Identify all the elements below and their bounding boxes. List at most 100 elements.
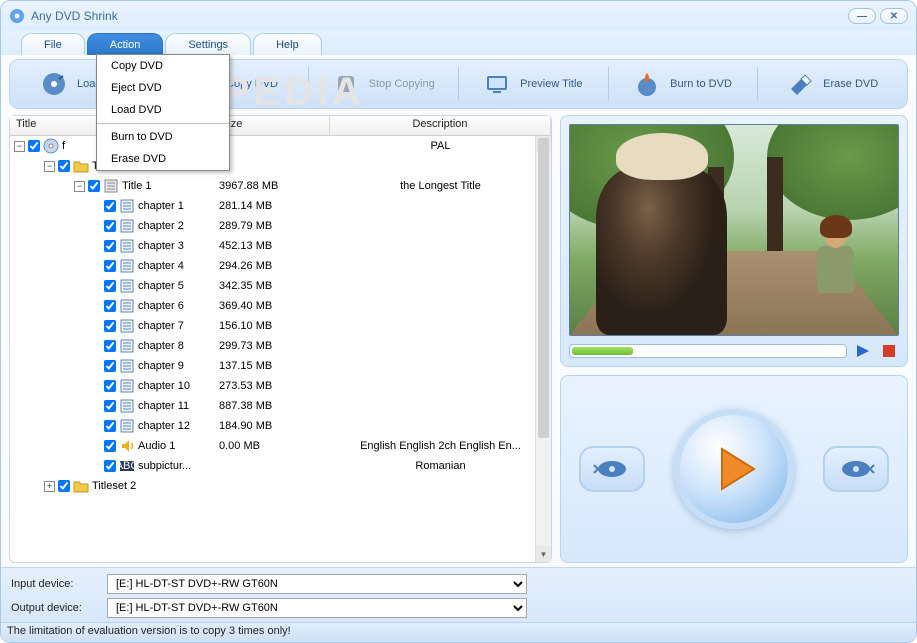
table-row[interactable]: chapter 4294.26 MB bbox=[10, 256, 551, 276]
row-size: 184.90 MB bbox=[215, 420, 330, 432]
row-checkbox[interactable] bbox=[104, 240, 116, 252]
menu-copy-dvd[interactable]: Copy DVD bbox=[97, 55, 229, 77]
chapter-icon bbox=[119, 378, 135, 394]
minimize-button[interactable]: — bbox=[848, 8, 876, 24]
row-label: chapter 10 bbox=[138, 380, 190, 392]
table-row[interactable]: +Titleset 2 bbox=[10, 476, 551, 496]
toolbar-erase-dvd[interactable]: Erase DVD bbox=[764, 65, 901, 103]
table-row[interactable]: −Titleset 1 bbox=[10, 156, 551, 176]
row-size: 289.79 MB bbox=[215, 220, 330, 232]
row-checkbox[interactable] bbox=[104, 280, 116, 292]
window-title: Any DVD Shrink bbox=[31, 9, 118, 23]
table-row[interactable]: chapter 9137.15 MB bbox=[10, 356, 551, 376]
chapter-icon bbox=[119, 238, 135, 254]
row-checkbox[interactable] bbox=[104, 420, 116, 432]
table-row[interactable]: chapter 11 887.38 MB bbox=[10, 396, 551, 416]
tree-toggle[interactable]: − bbox=[44, 161, 55, 172]
row-checkbox[interactable] bbox=[104, 220, 116, 232]
table-body[interactable]: −fPAL−Titleset 1−Title 13967.88 MBthe Lo… bbox=[10, 136, 551, 562]
row-desc: Romanian bbox=[330, 460, 551, 472]
row-desc: English English 2ch English En... bbox=[330, 440, 551, 452]
row-label: chapter 11 bbox=[138, 400, 189, 412]
table-row[interactable]: −Title 13967.88 MBthe Longest Title bbox=[10, 176, 551, 196]
progress-row bbox=[569, 344, 899, 358]
titlebar: Any DVD Shrink — ✕ bbox=[1, 1, 916, 31]
playback-progress[interactable] bbox=[569, 344, 847, 358]
tree-toggle[interactable]: − bbox=[14, 141, 25, 152]
col-header-desc[interactable]: Description bbox=[330, 116, 551, 135]
burn-icon bbox=[634, 71, 660, 97]
preview-icon bbox=[484, 71, 510, 97]
tree-toggle[interactable]: + bbox=[44, 481, 55, 492]
menu-burn-to-dvd[interactable]: Burn to DVD bbox=[97, 126, 229, 148]
menu-eject-dvd[interactable]: Eject DVD bbox=[97, 77, 229, 99]
row-checkbox[interactable] bbox=[58, 160, 70, 172]
menu-load-dvd[interactable]: Load DVD bbox=[97, 99, 229, 121]
table-row[interactable]: chapter 6369.40 MB bbox=[10, 296, 551, 316]
row-checkbox[interactable] bbox=[104, 400, 116, 412]
vertical-scrollbar[interactable]: ▲ ▼ bbox=[535, 136, 551, 562]
table-row[interactable]: Audio 10.00 MBEnglish English 2ch Englis… bbox=[10, 436, 551, 456]
mini-stop-button[interactable] bbox=[881, 344, 899, 358]
toolbar-preview-title[interactable]: Preview Title bbox=[465, 65, 602, 103]
input-device-select[interactable]: [E:] HL-DT-ST DVD+-RW GT60N bbox=[107, 574, 527, 594]
menubar: File Action Settings Help bbox=[1, 31, 916, 55]
subpic-icon: ABC bbox=[119, 458, 135, 474]
right-panel bbox=[560, 115, 908, 563]
row-checkbox[interactable] bbox=[104, 320, 116, 332]
toolbar-stop-copying[interactable]: Stop Copying bbox=[315, 65, 452, 103]
big-play-button[interactable] bbox=[674, 409, 794, 529]
chapter-icon bbox=[119, 358, 135, 374]
row-checkbox[interactable] bbox=[104, 300, 116, 312]
row-checkbox[interactable] bbox=[28, 140, 40, 152]
toolbar-burn-to-dvd[interactable]: Burn to DVD bbox=[615, 65, 752, 103]
row-checkbox[interactable] bbox=[104, 260, 116, 272]
table-row[interactable]: chapter 8299.73 MB bbox=[10, 336, 551, 356]
menu-erase-dvd[interactable]: Erase DVD bbox=[97, 148, 229, 170]
table-row[interactable]: chapter 12 184.90 MB bbox=[10, 416, 551, 436]
table-row[interactable]: chapter 10 273.53 MB bbox=[10, 376, 551, 396]
erase-icon bbox=[787, 71, 813, 97]
row-size: 887.38 MB bbox=[215, 400, 330, 412]
folder-icon bbox=[73, 478, 89, 494]
menu-action[interactable]: Action bbox=[87, 33, 164, 55]
prev-chapter-button[interactable] bbox=[579, 446, 645, 492]
col-header-size[interactable]: Size bbox=[215, 116, 330, 135]
table-row[interactable]: chapter 7156.10 MB bbox=[10, 316, 551, 336]
row-checkbox[interactable] bbox=[104, 340, 116, 352]
row-size: 273.53 MB bbox=[215, 380, 330, 392]
mini-play-button[interactable] bbox=[855, 344, 873, 358]
menu-file[interactable]: File bbox=[21, 33, 85, 55]
next-chapter-button[interactable] bbox=[823, 446, 889, 492]
row-checkbox[interactable] bbox=[58, 480, 70, 492]
row-checkbox[interactable] bbox=[88, 180, 100, 192]
row-label: Audio 1 bbox=[138, 440, 175, 452]
tree-toggle[interactable]: − bbox=[74, 181, 85, 192]
table-row[interactable]: chapter 1281.14 MB bbox=[10, 196, 551, 216]
row-checkbox[interactable] bbox=[104, 360, 116, 372]
chapter-icon bbox=[119, 318, 135, 334]
toolbar-burn-label: Burn to DVD bbox=[670, 78, 732, 90]
row-label: chapter 12 bbox=[138, 420, 190, 432]
row-checkbox[interactable] bbox=[104, 440, 116, 452]
table-row[interactable]: chapter 2289.79 MB bbox=[10, 216, 551, 236]
table-row[interactable]: chapter 3452.13 MB bbox=[10, 236, 551, 256]
menu-settings[interactable]: Settings bbox=[165, 33, 251, 55]
table-row[interactable]: ABCsubpictur...Romanian bbox=[10, 456, 551, 476]
row-checkbox[interactable] bbox=[104, 380, 116, 392]
toolbar-erase-label: Erase DVD bbox=[823, 78, 878, 90]
row-size: 342.35 MB bbox=[215, 280, 330, 292]
row-checkbox[interactable] bbox=[104, 460, 116, 472]
toolbar-preview-label: Preview Title bbox=[520, 78, 582, 90]
row-checkbox[interactable] bbox=[104, 200, 116, 212]
table-row[interactable]: chapter 5342.35 MB bbox=[10, 276, 551, 296]
output-device-select[interactable]: [E:] HL-DT-ST DVD+-RW GT60N bbox=[107, 598, 527, 618]
table-row[interactable]: −fPAL bbox=[10, 136, 551, 156]
close-button[interactable]: ✕ bbox=[880, 8, 908, 24]
row-size: 452.13 MB bbox=[215, 240, 330, 252]
menu-help[interactable]: Help bbox=[253, 33, 322, 55]
scroll-thumb[interactable] bbox=[538, 138, 549, 438]
chapter-icon bbox=[119, 218, 135, 234]
row-label: chapter 8 bbox=[138, 340, 184, 352]
scroll-down-arrow[interactable]: ▼ bbox=[536, 546, 551, 562]
